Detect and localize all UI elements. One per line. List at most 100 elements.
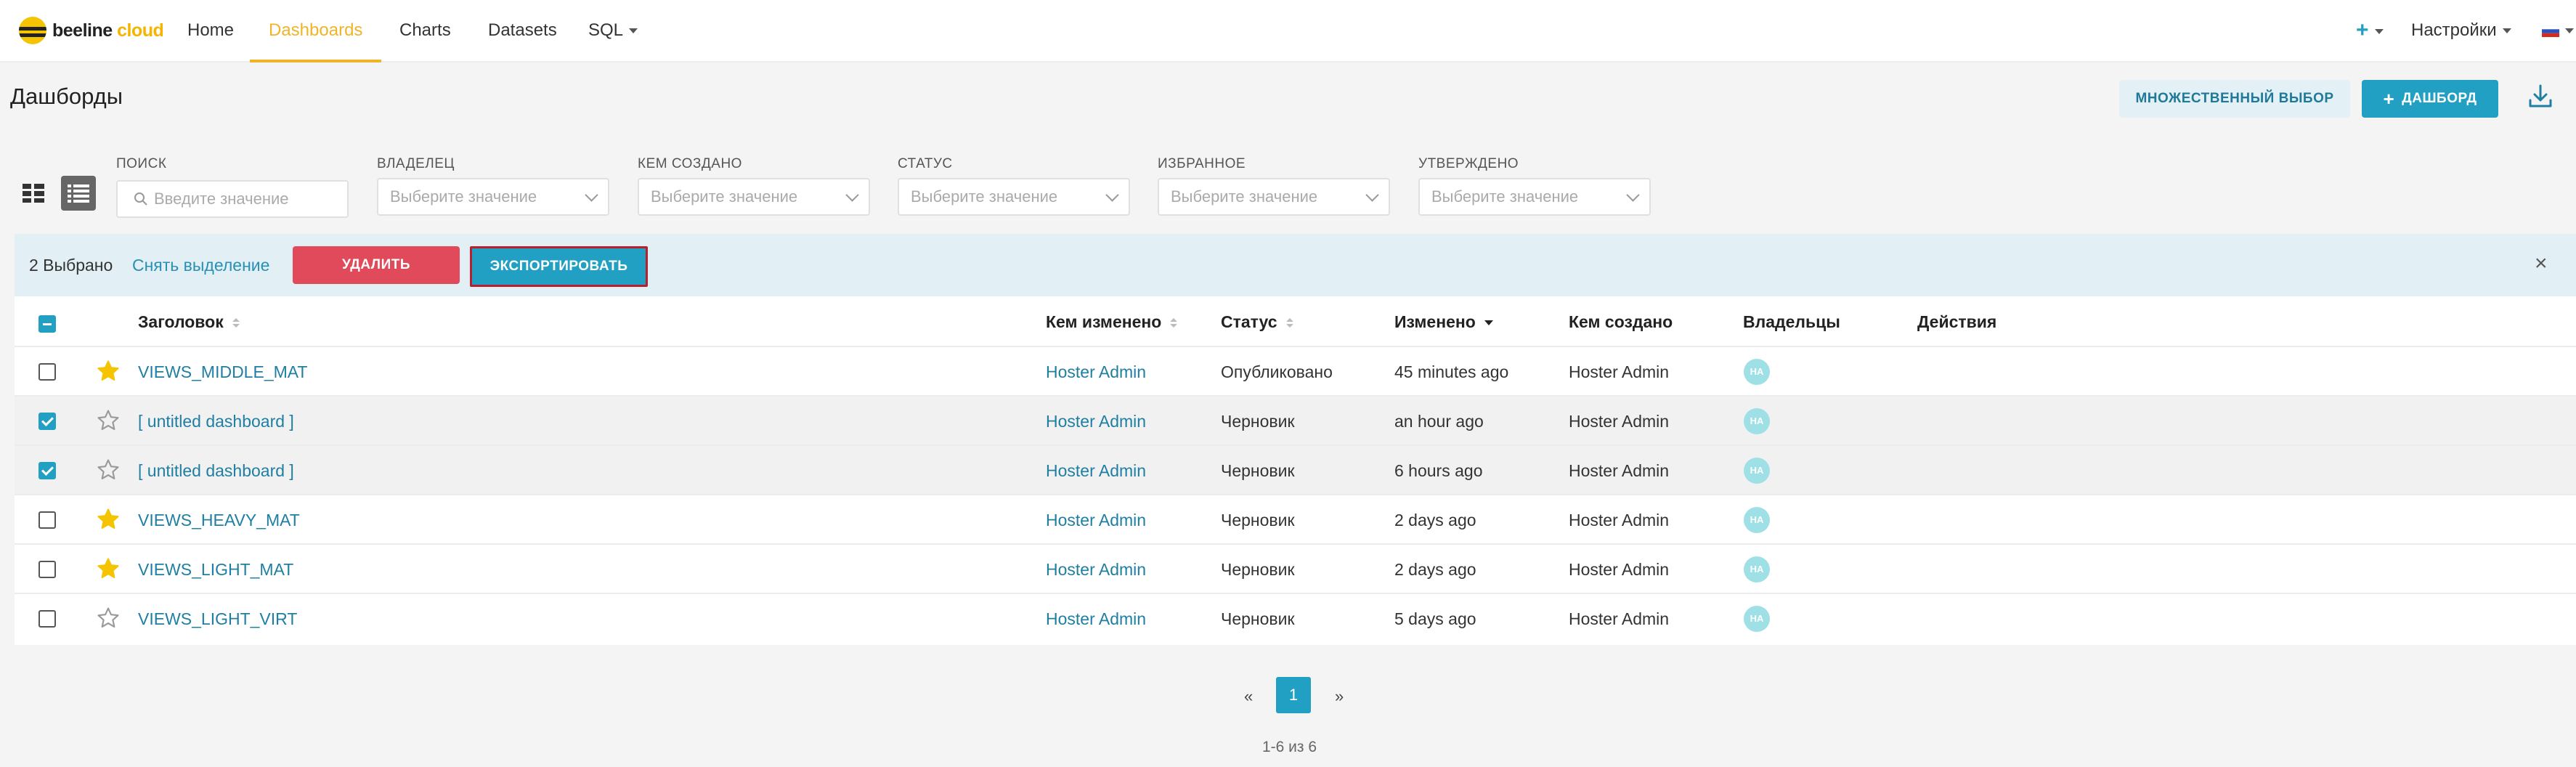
- star-outline-icon[interactable]: [96, 458, 121, 482]
- close-icon[interactable]: ×: [2535, 251, 2548, 276]
- star-filled-icon[interactable]: [96, 556, 121, 581]
- plus-icon: +: [2383, 88, 2395, 110]
- dashboard-title-link[interactable]: [ untitled dashboard ]: [138, 397, 294, 446]
- bulk-select-button[interactable]: МНОЖЕСТВЕННЫЙ ВЫБОР: [2119, 80, 2350, 118]
- column-header-modified[interactable]: Изменено: [1394, 312, 1493, 332]
- nav-datasets[interactable]: Datasets: [488, 0, 557, 61]
- approved-filter-select[interactable]: Выберите значение: [1418, 178, 1651, 216]
- created-by-filter-placeholder: Выберите значение: [651, 187, 798, 206]
- modified-cell: 2 days ago: [1394, 560, 1476, 579]
- nav-home[interactable]: Home: [187, 0, 234, 61]
- card-view-toggle[interactable]: [16, 176, 51, 211]
- created-by-filter-select[interactable]: Выберите значение: [638, 178, 870, 216]
- brand-logo[interactable]: beeline cloud: [19, 16, 164, 45]
- column-header-created-by: Кем создано: [1569, 312, 1673, 331]
- row-checkbox[interactable]: [38, 561, 56, 578]
- changed-by-link[interactable]: Hoster Admin: [1046, 594, 1146, 644]
- column-header-changed-by[interactable]: Кем изменено: [1046, 312, 1178, 332]
- modified-cell: 2 days ago: [1394, 511, 1476, 529]
- owner-avatar[interactable]: HA: [1744, 507, 1770, 533]
- owner-filter-select[interactable]: Выберите значение: [377, 178, 609, 216]
- nav-sql-dropdown[interactable]: SQL: [588, 0, 638, 61]
- sort-icon: [1285, 318, 1293, 328]
- status-cell: Опубликовано: [1221, 362, 1333, 381]
- row-checkbox[interactable]: [38, 511, 56, 529]
- chevron-down-icon: [2374, 28, 2384, 34]
- search-input[interactable]: Введите значение: [116, 180, 349, 218]
- owner-avatar[interactable]: HA: [1744, 556, 1770, 583]
- sort-desc-icon: [1484, 320, 1493, 326]
- grid-icon: [23, 184, 44, 203]
- dashboard-title-link[interactable]: VIEWS_HEAVY_MAT: [138, 495, 300, 545]
- pagination-page-1[interactable]: 1: [1276, 677, 1311, 713]
- changed-by-link[interactable]: Hoster Admin: [1046, 347, 1146, 397]
- chevron-down-icon: [1365, 188, 1379, 202]
- select-all-checkbox[interactable]: [38, 315, 56, 333]
- modified-cell: 45 minutes ago: [1394, 362, 1509, 381]
- favorite-filter-label: ИЗБРАННОЕ: [1158, 156, 1246, 171]
- row-checkbox[interactable]: [38, 413, 56, 430]
- chevron-down-icon: [1626, 188, 1640, 202]
- dashboard-title-link[interactable]: VIEWS_MIDDLE_MAT: [138, 347, 307, 397]
- table-row: VIEWS_HEAVY_MAT Hoster Admin Черновик 2 day…: [15, 494, 2576, 543]
- favorite-filter-select[interactable]: Выберите значение: [1158, 178, 1390, 216]
- dashboard-title-link[interactable]: VIEWS_LIGHT_MAT: [138, 545, 293, 594]
- star-outline-icon[interactable]: [96, 408, 121, 433]
- delete-button[interactable]: УДАЛИТЬ: [293, 246, 460, 284]
- nav-dashboards[interactable]: Dashboards: [250, 0, 382, 62]
- star-filled-icon[interactable]: [96, 359, 121, 384]
- row-checkbox[interactable]: [38, 610, 56, 628]
- nav-charts[interactable]: Charts: [399, 0, 451, 61]
- favorite-filter-placeholder: Выберите значение: [1171, 187, 1318, 206]
- status-cell: Черновик: [1221, 609, 1295, 628]
- created-by-cell: Hoster Admin: [1569, 461, 1670, 480]
- status-cell: Черновик: [1221, 461, 1295, 480]
- settings-dropdown[interactable]: Настройки: [2411, 0, 2511, 61]
- changed-by-link[interactable]: Hoster Admin: [1046, 446, 1146, 495]
- russia-flag-icon: [2541, 25, 2560, 37]
- column-header-owners: Владельцы: [1743, 312, 1840, 331]
- modified-cell: 6 hours ago: [1394, 461, 1483, 480]
- sort-icon: [1170, 318, 1178, 328]
- status-filter-label: СТАТУС: [898, 156, 953, 171]
- row-checkbox[interactable]: [38, 462, 56, 479]
- status-cell: Черновик: [1221, 560, 1295, 579]
- search-filter-label: ПОИСК: [116, 156, 167, 171]
- pagination-next[interactable]: »: [1335, 687, 1344, 706]
- export-button[interactable]: ЭКСПОРТИРОВАТЬ: [470, 246, 648, 287]
- chevron-down-icon: [1105, 188, 1119, 202]
- page-title: Дашборды: [10, 84, 123, 109]
- language-dropdown[interactable]: [2541, 0, 2574, 61]
- column-header-title[interactable]: Заголовок: [138, 312, 240, 332]
- deselect-all-link[interactable]: Снять выделение: [132, 256, 269, 275]
- add-dashboard-button[interactable]: + ДАШБОРД: [2362, 80, 2498, 118]
- row-checkbox[interactable]: [38, 363, 56, 381]
- changed-by-link[interactable]: Hoster Admin: [1046, 545, 1146, 594]
- list-view-toggle[interactable]: [61, 176, 96, 211]
- owner-avatar[interactable]: HA: [1744, 408, 1770, 434]
- beeline-logo-icon: [19, 17, 46, 44]
- new-item-dropdown[interactable]: +: [2356, 0, 2384, 61]
- import-button[interactable]: [2526, 81, 2558, 113]
- status-filter-placeholder: Выберите значение: [911, 187, 1058, 206]
- chevron-down-icon: [2565, 28, 2574, 34]
- owner-filter-placeholder: Выберите значение: [390, 187, 537, 206]
- changed-by-link[interactable]: Hoster Admin: [1046, 397, 1146, 446]
- settings-label: Настройки: [2411, 20, 2497, 40]
- pagination-prev[interactable]: «: [1244, 687, 1253, 706]
- dashboard-title-link[interactable]: VIEWS_LIGHT_VIRT: [138, 594, 297, 644]
- created-by-cell: Hoster Admin: [1569, 511, 1670, 529]
- modified-cell: 5 days ago: [1394, 609, 1476, 628]
- status-cell: Черновик: [1221, 412, 1295, 431]
- owner-avatar[interactable]: HA: [1744, 606, 1770, 632]
- approved-filter-placeholder: Выберите значение: [1431, 187, 1579, 206]
- star-filled-icon[interactable]: [96, 507, 121, 532]
- column-header-status[interactable]: Статус: [1221, 312, 1293, 332]
- owner-avatar[interactable]: HA: [1744, 458, 1770, 484]
- status-filter-select[interactable]: Выберите значение: [898, 178, 1130, 216]
- changed-by-link[interactable]: Hoster Admin: [1046, 495, 1146, 545]
- dashboard-title-link[interactable]: [ untitled dashboard ]: [138, 446, 294, 495]
- add-dashboard-label: ДАШБОРД: [2402, 91, 2477, 106]
- owner-avatar[interactable]: HA: [1744, 359, 1770, 385]
- star-outline-icon[interactable]: [96, 606, 121, 630]
